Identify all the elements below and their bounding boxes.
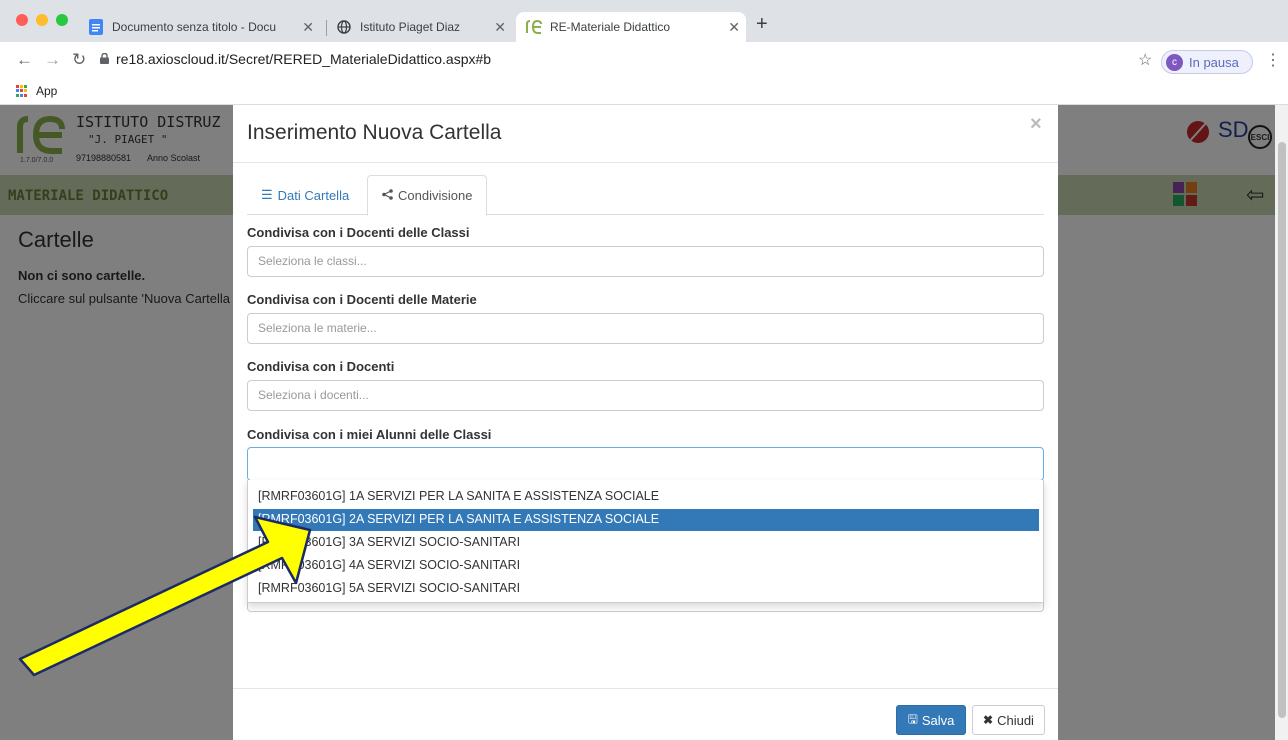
save-icon: 🖫 xyxy=(907,711,918,726)
classes-select-input[interactable]: Seleziona le classi... xyxy=(247,246,1044,277)
cancel-button[interactable]: ✖ Chiudi xyxy=(972,705,1045,735)
save-label: Salva xyxy=(921,712,955,728)
avatar: c xyxy=(1166,53,1183,71)
star-icon[interactable]: ☆ xyxy=(1138,50,1152,70)
dropdown-option[interactable]: [RMRF03601G] 5A SERVIZI SOCIO-SANITARI xyxy=(253,578,1039,600)
address-bar[interactable]: re18.axioscloud.it/Secret/RERED_Material… xyxy=(116,51,491,67)
save-button[interactable]: 🖫 Salva xyxy=(896,705,966,735)
tab-condivisione[interactable]: Condivisione xyxy=(367,175,488,216)
field-label-docenti: Condivisa con i Docenti xyxy=(247,359,395,374)
browser-tabstrip: Documento senza titolo - Docu ✕ Istituto… xyxy=(0,0,1288,42)
modal-footer: 🖫 Salva ✖ Chiudi xyxy=(233,688,1058,740)
dropdown-option[interactable]: [RMRF03601G] 2A SERVIZI PER LA SANITA E … xyxy=(253,509,1039,531)
forward-arrow-icon[interactable]: → xyxy=(44,50,61,70)
new-folder-modal: Inserimento Nuova Cartella × ☰ Dati Cart… xyxy=(233,105,1058,740)
close-icon[interactable]: ✕ xyxy=(488,19,512,36)
list-icon: ☰ xyxy=(261,187,273,202)
profile-label: In pausa xyxy=(1189,54,1239,70)
browser-tab-istituto[interactable]: Istituto Piaget Diaz ✕ xyxy=(336,12,512,42)
close-icon[interactable]: ✕ xyxy=(722,19,746,36)
close-window-button[interactable] xyxy=(16,14,28,26)
modal-tabs: ☰ Dati Cartella Condivisione xyxy=(247,175,1044,216)
tab-title: Documento senza titolo - Docu xyxy=(112,20,277,34)
globe-icon xyxy=(336,19,352,35)
classes-dropdown: [RMRF03601G] 1A SERVIZI PER LA SANITA E … xyxy=(247,480,1044,603)
cancel-label: Chiudi xyxy=(997,712,1034,728)
lock-icon xyxy=(100,53,109,64)
dropdown-option[interactable]: [RMRF03601G] 4A SERVIZI SOCIO-SANITARI xyxy=(253,555,1039,577)
reload-icon[interactable]: ↻ xyxy=(72,50,86,70)
close-icon: ✖ xyxy=(983,713,994,727)
back-arrow-icon[interactable]: ← xyxy=(16,50,33,70)
browser-tab-re-materiale[interactable]: RE-Materiale Didattico ✕ xyxy=(516,12,746,42)
dropdown-option[interactable]: [RMRF03601G] 3A SERVIZI SOCIO-SANITARI xyxy=(253,532,1039,554)
subjects-select-input[interactable]: Seleziona le materie... xyxy=(247,313,1044,344)
tab-label: Dati Cartella xyxy=(277,187,350,203)
share-icon xyxy=(382,188,393,203)
field-label-materie: Condivisa con i Docenti delle Materie xyxy=(247,292,477,307)
browser-tab-docs[interactable]: Documento senza titolo - Docu ✕ xyxy=(88,12,320,42)
close-icon[interactable]: × xyxy=(1030,113,1042,136)
minimize-window-button[interactable] xyxy=(36,14,48,26)
tab-title: Istituto Piaget Diaz xyxy=(360,20,461,34)
apps-grid-icon[interactable] xyxy=(16,85,28,97)
tab-title: RE-Materiale Didattico xyxy=(550,20,671,34)
re-logo-icon xyxy=(526,19,542,35)
tab-label: Condivisione xyxy=(398,188,473,203)
modal-header: Inserimento Nuova Cartella × xyxy=(233,105,1058,163)
field-label-classi: Condivisa con i Docenti delle Classi xyxy=(247,225,470,240)
profile-button[interactable]: c In pausa xyxy=(1161,50,1253,74)
scrollbar-thumb[interactable] xyxy=(1278,142,1286,718)
close-icon[interactable]: ✕ xyxy=(296,19,320,36)
field-label-alunni: Condivisa con i miei Alunni delle Classi xyxy=(247,427,492,442)
new-tab-icon[interactable]: + xyxy=(756,14,768,34)
bookmarks-bar xyxy=(0,78,1288,105)
maximize-window-button[interactable] xyxy=(56,14,68,26)
docs-icon xyxy=(88,19,104,35)
bookmark-apps[interactable]: App xyxy=(36,84,57,98)
dropdown-option[interactable]: [RMRF03601G] 1A SERVIZI PER LA SANITA E … xyxy=(253,486,1039,508)
tab-dati-cartella[interactable]: ☰ Dati Cartella xyxy=(247,175,363,215)
students-classes-select-input[interactable] xyxy=(247,447,1044,481)
modal-title: Inserimento Nuova Cartella xyxy=(247,121,502,144)
teachers-select-input[interactable]: Seleziona i docenti... xyxy=(247,380,1044,411)
menu-kebab-icon[interactable]: ⋮ xyxy=(1265,50,1281,70)
